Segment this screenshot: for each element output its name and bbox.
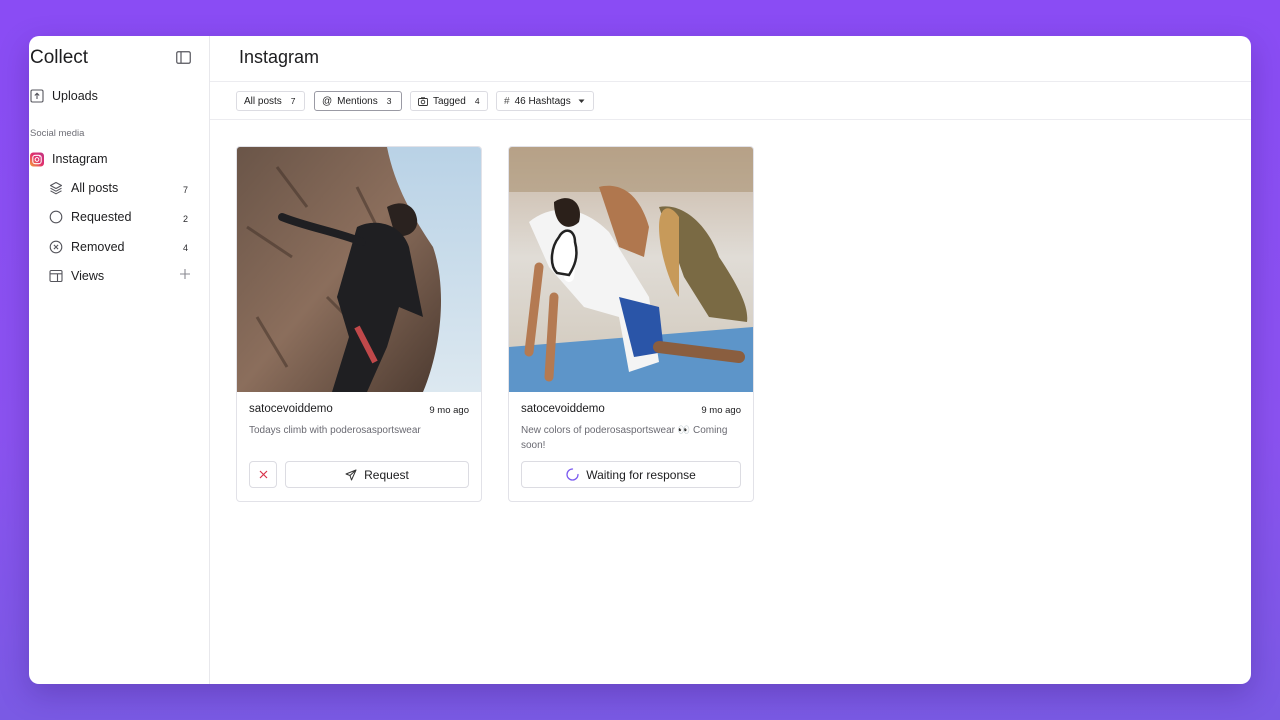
sidebar-item-label: Instagram xyxy=(52,152,108,166)
removed-count: 4 xyxy=(183,243,189,253)
divider xyxy=(210,119,1251,120)
sidebar-item-uploads[interactable]: Uploads xyxy=(30,89,98,103)
post-image xyxy=(237,147,481,392)
at-icon: @ xyxy=(322,95,333,107)
remove-button[interactable] xyxy=(249,461,277,488)
views-icon xyxy=(49,269,63,283)
sidebar-item-requested[interactable]: Requested xyxy=(49,210,131,224)
main-content: Instagram All posts 7 @ Mentions 3 Tagge… xyxy=(210,36,1251,684)
circle-icon xyxy=(49,210,63,224)
filter-tagged[interactable]: Tagged 4 xyxy=(410,91,488,111)
sidebar-item-instagram[interactable]: Instagram xyxy=(30,152,108,166)
camera-icon xyxy=(418,96,428,106)
post-time: 9 mo ago xyxy=(701,405,741,416)
circle-x-icon xyxy=(49,240,63,254)
filter-all-posts[interactable]: All posts 7 xyxy=(236,91,305,111)
hashtag-icon: # xyxy=(504,95,510,107)
post-time: 9 mo ago xyxy=(429,405,469,416)
spinner-icon xyxy=(566,468,579,481)
app-title: Collect xyxy=(30,47,89,68)
post-caption: Todays climb with poderosasportswear xyxy=(249,425,421,436)
layers-icon xyxy=(49,181,63,195)
close-icon xyxy=(259,470,267,479)
page-title: Instagram xyxy=(239,47,320,67)
filter-hashtags[interactable]: # 46 Hashtags xyxy=(496,91,594,111)
filter-count: 7 xyxy=(290,96,296,106)
app-window: Collect Uploads Social media Instagram A… xyxy=(29,36,1251,684)
sidebar-item-all-posts[interactable]: All posts xyxy=(49,181,118,195)
post-card[interactable]: satocevoiddemo 9 mo ago Todays climb wit… xyxy=(236,146,482,502)
request-button-label: Request xyxy=(364,467,409,482)
post-card[interactable]: satocevoiddemo 9 mo ago New colors of po… xyxy=(508,146,754,502)
sidebar-item-label: Requested xyxy=(71,210,132,224)
section-label: Social media xyxy=(30,128,85,139)
sidebar-item-views[interactable]: Views xyxy=(49,269,104,283)
sidebar: Collect Uploads Social media Instagram A… xyxy=(29,36,210,684)
send-icon xyxy=(345,469,357,480)
add-view-icon[interactable] xyxy=(179,268,191,280)
sidebar-item-label: Views xyxy=(71,269,105,283)
sidebar-toggle-icon[interactable] xyxy=(176,51,191,64)
sidebar-item-label: Uploads xyxy=(52,89,98,103)
sidebar-item-label: Removed xyxy=(71,240,125,254)
upload-icon xyxy=(30,89,44,103)
caret-down-icon xyxy=(578,99,585,104)
request-button[interactable]: Request xyxy=(285,461,469,488)
sidebar-item-label: All posts xyxy=(71,181,119,195)
waiting-button[interactable]: Waiting for response xyxy=(521,461,741,488)
waiting-button-label: Waiting for response xyxy=(586,467,696,482)
filter-label: Tagged xyxy=(433,95,466,107)
filter-label: 46 Hashtags xyxy=(514,95,571,107)
filter-count: 4 xyxy=(474,96,480,106)
filter-label: Mentions xyxy=(337,95,378,107)
filter-label: All posts xyxy=(244,95,282,107)
post-username: satocevoiddemo xyxy=(521,403,605,415)
post-username: satocevoiddemo xyxy=(249,403,333,415)
post-caption: New colors of poderosasportswear 👀 Comin… xyxy=(521,425,728,451)
post-image xyxy=(509,147,753,392)
all-posts-count: 7 xyxy=(183,185,189,195)
instagram-icon xyxy=(30,152,44,166)
divider xyxy=(210,81,1251,82)
sidebar-item-removed[interactable]: Removed xyxy=(49,240,125,254)
filter-mentions[interactable]: @ Mentions 3 xyxy=(314,91,402,111)
requested-count: 2 xyxy=(183,214,189,224)
filter-count: 3 xyxy=(386,96,392,106)
